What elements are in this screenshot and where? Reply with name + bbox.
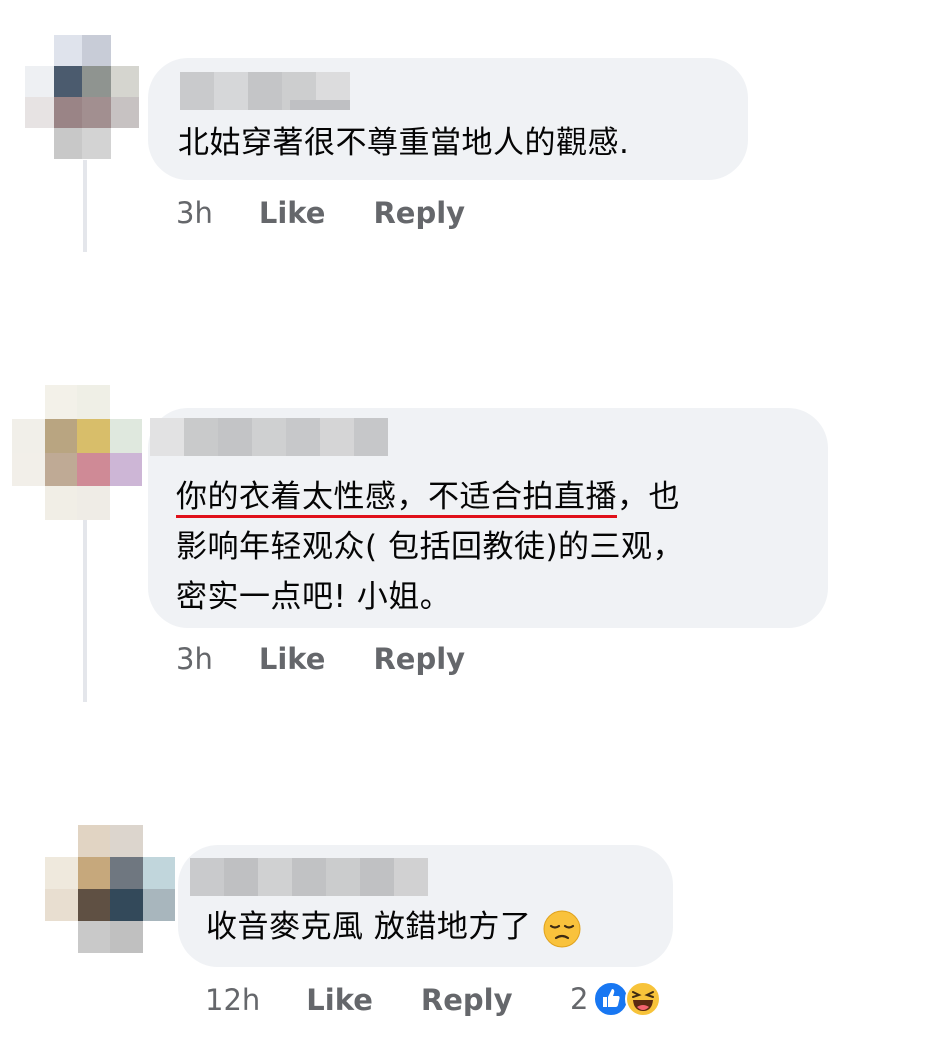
comment-timestamp[interactable]: 3h: [176, 196, 213, 230]
like-button[interactable]: Like: [259, 642, 326, 676]
comment-text: 你的衣着太性感，不适合拍直播，也 影响年轻观众( 包括回教徒)的三观， 密实一点…: [176, 472, 684, 622]
commenter-name-blurred[interactable]: [190, 858, 428, 896]
like-button[interactable]: Like: [306, 983, 373, 1017]
commenter-name-blurred[interactable]: [150, 418, 388, 456]
reply-button[interactable]: Reply: [373, 196, 465, 230]
haha-reaction-icon: [625, 981, 662, 1017]
comment-line: 北姑穿著很不尊重當地人的觀感.: [178, 125, 630, 161]
comment-text: 北姑穿著很不尊重當地人的觀感.: [178, 118, 629, 168]
commenter-name-blurred[interactable]: [180, 72, 350, 110]
disappointed-face-icon: [543, 910, 581, 947]
reply-button[interactable]: Reply: [373, 642, 465, 676]
comment-line: 密实一点吧! 小姐。: [176, 579, 452, 615]
avatar[interactable]: [25, 35, 139, 159]
comment-timestamp[interactable]: 3h: [176, 642, 213, 676]
reaction-summary[interactable]: 2: [570, 980, 662, 1018]
thread-line: [83, 160, 87, 252]
reply-button[interactable]: Reply: [421, 983, 513, 1017]
avatar[interactable]: [12, 385, 142, 520]
comment-actions: 3h Like Reply: [176, 196, 465, 230]
comment-line-rest: ，也: [617, 479, 680, 515]
comment-actions: 3h Like Reply: [176, 642, 465, 676]
comment-line: 影响年轻观众( 包括回教徒)的三观，: [176, 529, 685, 565]
reaction-count: 2: [570, 982, 589, 1016]
comment-line: 收音麥克風 放錯地方了: [206, 909, 532, 945]
like-button[interactable]: Like: [259, 196, 326, 230]
comment-line: 你的衣着太性感，不适合拍直播，也: [176, 472, 684, 522]
avatar[interactable]: [45, 825, 175, 953]
comment-timestamp[interactable]: 12h: [205, 983, 260, 1017]
comment-actions: 12h Like Reply: [205, 983, 513, 1017]
underlined-phrase: 你的衣着太性感，不适合拍直播: [176, 479, 617, 515]
thread-line: [83, 520, 87, 702]
comment-text: 收音麥克風 放錯地方了: [206, 902, 582, 952]
